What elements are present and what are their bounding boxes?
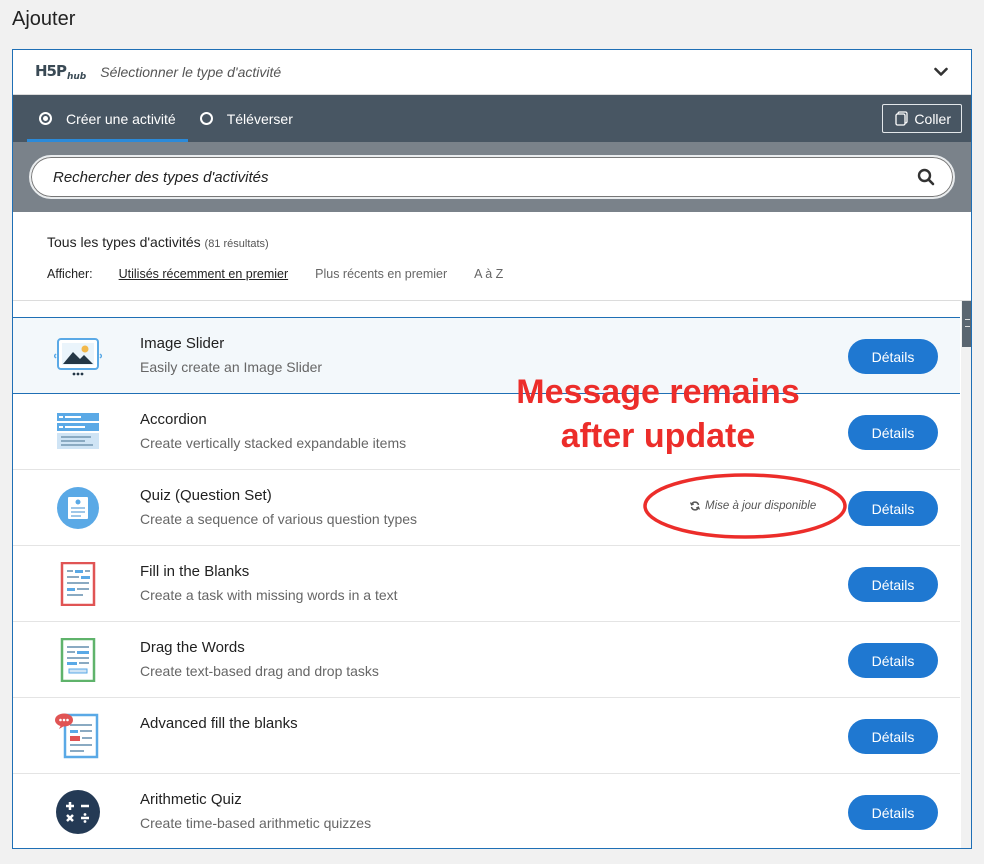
item-desc: Create vertically stacked expandable ite…	[140, 435, 407, 451]
details-button[interactable]: Détails	[848, 643, 938, 678]
grip-icon	[965, 319, 970, 327]
image-slider-icon	[53, 334, 103, 378]
sort-label: Afficher:	[47, 267, 93, 281]
item-text: Fill in the Blanks Create a task with mi…	[140, 563, 398, 603]
tab-create-activity[interactable]: Créer une activité	[27, 95, 188, 142]
details-button[interactable]: Détails	[848, 719, 938, 754]
item-desc: Create a task with missing words in a te…	[140, 587, 398, 603]
sort-newest[interactable]: Plus récents en premier	[315, 267, 447, 281]
item-text: Quiz (Question Set) Create a sequence of…	[140, 487, 417, 527]
sort-a-to-z[interactable]: A à Z	[474, 267, 503, 281]
item-desc: Create a sequence of various question ty…	[140, 511, 418, 527]
item-title: Fill in the Blanks	[140, 563, 250, 580]
paste-button-label: Coller	[914, 110, 951, 127]
list-item[interactable]: Fill in the Blanks Create a task with mi…	[13, 546, 960, 622]
sort-recently-used[interactable]: Utilisés récemment en premier	[119, 267, 289, 281]
paste-button[interactable]: Coller	[882, 104, 962, 133]
tab-upload[interactable]: Téléverser	[188, 95, 305, 142]
annotation-text: Message remains after update	[486, 370, 830, 458]
clipboard-icon	[895, 111, 909, 126]
fill-blanks-icon	[53, 562, 103, 606]
arithmetic-icon	[53, 790, 103, 834]
item-title: Quiz (Question Set)	[140, 487, 272, 504]
details-button[interactable]: Détails	[848, 795, 938, 830]
list-scrollbar[interactable]	[961, 301, 971, 848]
item-text: Accordion Create vertically stacked expa…	[140, 411, 406, 451]
annotation-line-2: after update	[560, 417, 756, 455]
accordion-icon	[53, 410, 103, 454]
list-item[interactable]: Advanced fill the blanks Détails	[13, 698, 960, 774]
radio-empty-icon	[199, 112, 213, 125]
search-icon[interactable]	[917, 168, 935, 186]
advanced-blanks-icon	[53, 713, 103, 759]
item-title: Image Slider	[140, 335, 225, 352]
annotation-ellipse	[643, 473, 847, 539]
h5p-logo-text: H5P	[35, 62, 67, 80]
tab-create-label: Créer une activité	[66, 110, 176, 127]
chevron-down-icon[interactable]	[933, 64, 949, 80]
page-heading: Ajouter	[12, 8, 76, 30]
quiz-icon	[53, 486, 103, 530]
hub-title: Sélectionner le type d'activité	[100, 64, 282, 80]
drag-words-icon	[53, 638, 103, 682]
details-button[interactable]: Détails	[848, 339, 938, 374]
h5p-logo-sub: hub	[66, 72, 87, 82]
sort-options: Afficher: Utilisés récemment en premier …	[47, 267, 937, 281]
hub-header[interactable]: H5Phub Sélectionner le type d'activité	[13, 50, 971, 95]
filter-area: Tous les types d'activités (81 résultats…	[13, 212, 971, 299]
list-item[interactable]: Drag the Words Create text-based drag an…	[13, 622, 960, 698]
item-desc: Create time-based arithmetic quizzes	[140, 815, 372, 831]
results-label: Tous les types d'activités	[47, 234, 201, 250]
item-text: Image Slider Easily create an Image Slid…	[140, 335, 322, 375]
h5p-hub-logo: H5Phub	[35, 62, 86, 82]
item-text: Arithmetic Quiz Create time-based arithm…	[140, 791, 371, 831]
item-text: Advanced fill the blanks	[140, 715, 298, 739]
item-title: Accordion	[140, 411, 207, 428]
item-title: Arithmetic Quiz	[140, 791, 242, 808]
details-button[interactable]: Détails	[848, 491, 938, 526]
tab-upload-label: Téléverser	[226, 110, 293, 127]
details-button[interactable]: Détails	[848, 415, 938, 450]
item-title: Drag the Words	[140, 639, 245, 656]
item-title: Advanced fill the blanks	[140, 715, 298, 732]
details-button[interactable]: Détails	[848, 567, 938, 602]
radio-selected-icon	[39, 112, 52, 125]
results-summary: Tous les types d'activités (81 résultats…	[47, 234, 937, 250]
annotation-line-1: Message remains	[516, 373, 800, 411]
search-box	[29, 155, 955, 199]
results-count: (81 résultats)	[204, 238, 269, 250]
item-text: Drag the Words Create text-based drag an…	[140, 639, 379, 679]
item-desc: Easily create an Image Slider	[140, 359, 323, 375]
scrollbar-thumb[interactable]	[962, 301, 971, 347]
search-bar	[13, 142, 971, 212]
tab-bar: Créer une activité Téléverser Coller	[13, 95, 971, 142]
list-item[interactable]: Arithmetic Quiz Create time-based arithm…	[13, 774, 960, 848]
item-desc: Create text-based drag and drop tasks	[140, 663, 379, 679]
search-input[interactable]	[53, 168, 917, 186]
